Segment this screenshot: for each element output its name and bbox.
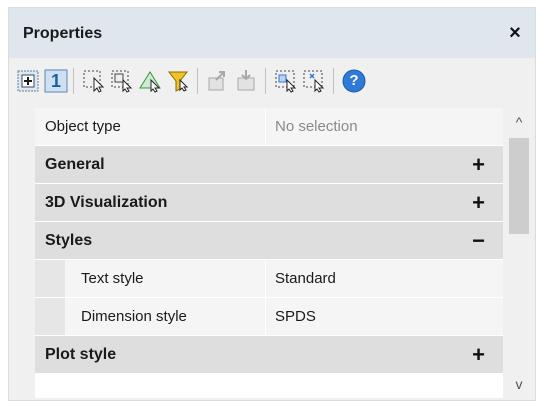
category-label: Styles: [45, 232, 93, 249]
select-crossing-icon[interactable]: [137, 68, 163, 94]
category-label: Plot style: [45, 346, 117, 363]
category-label: General: [45, 156, 105, 173]
select-objects-icon[interactable]: [81, 68, 107, 94]
quick-select-icon[interactable]: [165, 68, 191, 94]
toolbar: 1 ?: [9, 58, 535, 106]
property-label: Dimension style: [81, 308, 187, 325]
pickadd-value-label: 1: [50, 71, 61, 91]
properties-panel: Properties × 1 ? Object type No selectio…: [8, 7, 536, 401]
scroll-up-icon[interactable]: ^: [505, 108, 533, 136]
scroll-thumb[interactable]: [509, 138, 529, 234]
collapse-icon[interactable]: −: [472, 222, 485, 259]
indent-strip: [35, 298, 65, 335]
help-icon[interactable]: ?: [341, 68, 367, 94]
expand-icon[interactable]: +: [472, 336, 485, 373]
toggle-pickadd-icon[interactable]: [15, 68, 41, 94]
category-3d-visualization[interactable]: 3D Visualization +: [35, 184, 503, 222]
property-value: No selection: [275, 118, 358, 135]
category-label: 3D Visualization: [45, 194, 168, 211]
property-row-text-style: Text style Standard: [35, 260, 503, 298]
select-window-icon[interactable]: [109, 68, 135, 94]
toolbar-divider: [333, 68, 334, 94]
text-style-value[interactable]: Standard: [275, 260, 495, 297]
property-label: Object type: [45, 118, 121, 135]
select-similar-icon[interactable]: [273, 68, 299, 94]
property-row-object-type: Object type No selection: [35, 108, 503, 146]
category-general[interactable]: General +: [35, 146, 503, 184]
dimension-style-value[interactable]: SPDS: [275, 298, 495, 335]
expand-icon[interactable]: +: [472, 184, 485, 221]
panel-title: Properties: [23, 25, 103, 42]
scroll-down-icon[interactable]: v: [505, 370, 533, 398]
toolbar-divider: [197, 68, 198, 94]
toolbar-divider: [265, 68, 266, 94]
pickadd-value-icon[interactable]: 1: [43, 68, 69, 94]
column-divider: [265, 260, 266, 297]
import-properties-icon[interactable]: [233, 68, 259, 94]
property-row-dimension-style: Dimension style SPDS: [35, 298, 503, 336]
close-icon[interactable]: ×: [503, 21, 527, 45]
indent-strip: [35, 260, 65, 297]
property-grid: Object type No selection General + 3D Vi…: [35, 108, 503, 398]
category-plot-style[interactable]: Plot style +: [35, 336, 503, 374]
deselect-icon[interactable]: [301, 68, 327, 94]
title-bar: Properties ×: [9, 8, 535, 58]
property-label: Text style: [81, 270, 144, 287]
export-properties-icon[interactable]: [205, 68, 231, 94]
vertical-scrollbar[interactable]: ^ v: [505, 108, 533, 398]
column-divider: [265, 298, 266, 335]
column-divider: [265, 108, 266, 145]
toolbar-divider: [73, 68, 74, 94]
expand-icon[interactable]: +: [472, 146, 485, 183]
help-icon-label: ?: [349, 72, 359, 89]
category-styles[interactable]: Styles −: [35, 222, 503, 260]
